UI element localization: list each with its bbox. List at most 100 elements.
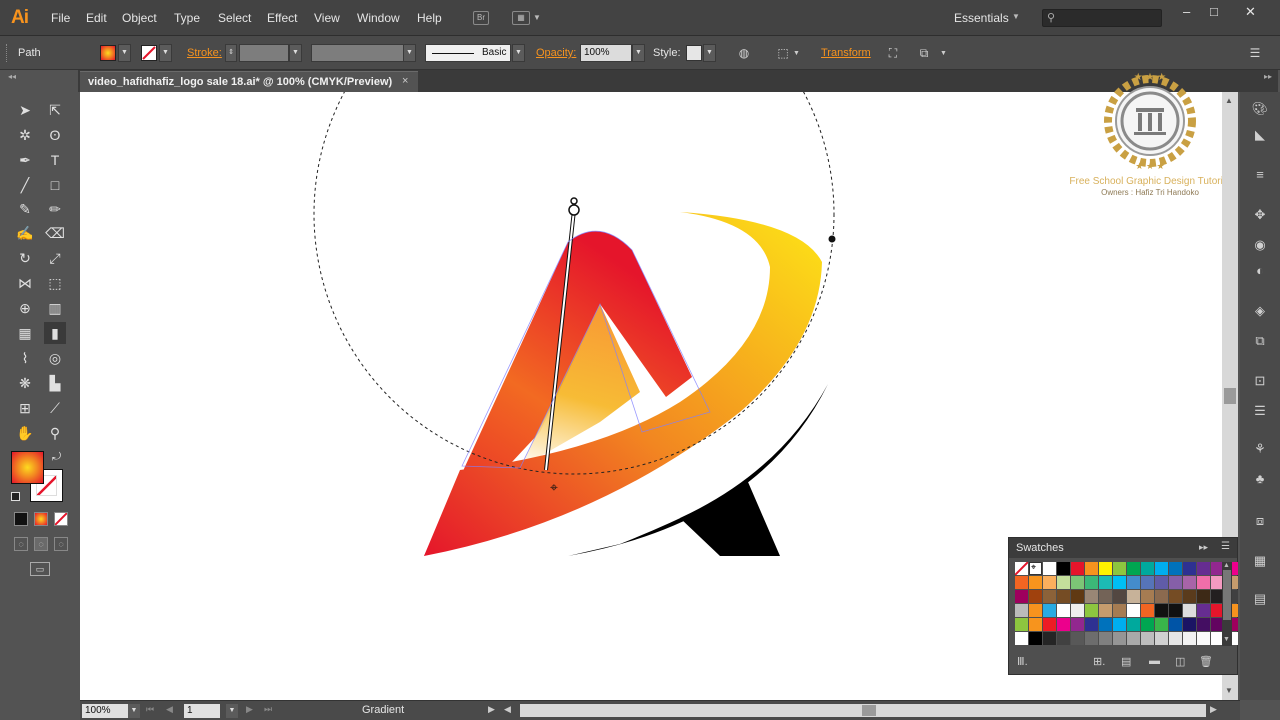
swatch-cell[interactable] <box>1155 618 1168 631</box>
swatch-cell[interactable] <box>1057 618 1070 631</box>
swatch-cell[interactable] <box>1113 604 1126 617</box>
swatches-scrollbar[interactable]: ▲ ▼ <box>1222 562 1232 646</box>
width-icon[interactable]: ⋈ <box>14 272 36 294</box>
style-dropdown[interactable]: ▼ <box>703 44 716 62</box>
gradient-top-handle[interactable] <box>570 197 578 205</box>
swatches-panel-icon[interactable]: ▦ <box>1251 552 1269 570</box>
column-graph-icon[interactable]: ▙ <box>44 372 66 394</box>
swatch-cell[interactable] <box>1183 576 1196 589</box>
chevron-down-icon[interactable]: ▼ <box>1012 12 1020 21</box>
color-guide-icon[interactable]: ◣ <box>1251 126 1269 144</box>
type-icon[interactable]: T <box>44 149 66 171</box>
swatch-libraries-icon[interactable]: Ⅲ. <box>1017 655 1028 668</box>
scroll-up-icon[interactable]: ▲ <box>1225 96 1233 105</box>
stroke-panel-icon[interactable]: ◉ <box>1251 236 1269 254</box>
swatch-cell[interactable] <box>1183 618 1196 631</box>
swatch-cell[interactable] <box>1085 562 1098 575</box>
gradient-radius-handle[interactable] <box>828 235 836 243</box>
swatch-cell[interactable] <box>1057 590 1070 603</box>
stroke-color-button[interactable] <box>141 45 157 61</box>
collapse-dock-icon[interactable]: ▸▸ <box>1264 72 1272 81</box>
swatch-cell[interactable] <box>1127 576 1140 589</box>
swatch-cell[interactable] <box>1071 618 1084 631</box>
artboard-icon[interactable]: ⊞ <box>14 397 36 419</box>
pencil-icon[interactable]: ✏ <box>44 198 66 220</box>
swatch-cell[interactable] <box>1141 590 1154 603</box>
recolor-artwork-icon[interactable]: ◍ <box>737 46 751 60</box>
symbol-sprayer-icon[interactable]: ❋ <box>14 372 36 394</box>
menu-object[interactable]: Object <box>122 11 157 25</box>
swatch-cell[interactable] <box>1197 576 1210 589</box>
swatch-cell[interactable] <box>1043 632 1056 645</box>
swatch-cell[interactable] <box>1099 604 1112 617</box>
zoom-level-field[interactable]: 100% <box>82 704 128 718</box>
vertical-scroll-thumb[interactable] <box>1224 388 1236 404</box>
swatch-cell[interactable] <box>1127 632 1140 645</box>
chevron-down-icon[interactable]: ▼ <box>533 13 541 22</box>
transform-link[interactable]: Transform <box>821 47 871 59</box>
swatch-cell[interactable] <box>1197 562 1210 575</box>
scroll-down-icon[interactable]: ▼ <box>1223 636 1230 643</box>
swatch-cell[interactable] <box>1169 590 1182 603</box>
color-mode-solid-button[interactable] <box>14 512 28 526</box>
transparency-panel-icon[interactable]: ▤ <box>1251 590 1269 608</box>
swatch-cell[interactable] <box>1183 632 1196 645</box>
swatch-cell[interactable] <box>1141 632 1154 645</box>
swatch-cell[interactable] <box>1099 562 1112 575</box>
default-colors-icon[interactable] <box>11 492 20 501</box>
free-transform-icon[interactable]: ⬚ <box>44 272 66 294</box>
delete-swatch-icon[interactable]: 🗑︎ <box>1199 655 1213 668</box>
swatch-cell[interactable] <box>1169 604 1182 617</box>
help-search-input[interactable]: ⚲ <box>1042 9 1162 27</box>
slice-icon[interactable]: ⟋ <box>44 397 66 419</box>
swatch-cell[interactable] <box>1029 618 1042 631</box>
draw-inside-icon[interactable]: ◌ <box>54 537 68 551</box>
scale-icon[interactable]: ⤢ <box>44 247 66 269</box>
scroll-left-icon[interactable]: ◀ <box>504 704 511 715</box>
swatch-cell[interactable] <box>1071 632 1084 645</box>
swatch-cell[interactable] <box>1029 604 1042 617</box>
horizontal-scroll-thumb[interactable] <box>862 705 876 716</box>
stroke-dropdown[interactable]: ▼ <box>159 44 172 62</box>
swatch-cell[interactable] <box>1113 590 1126 603</box>
stroke-weight-dropdown[interactable]: ▼ <box>289 44 302 62</box>
swatch-cell[interactable] <box>1071 604 1084 617</box>
hand-icon[interactable]: ✋ <box>14 422 36 444</box>
swatches-scroll-thumb[interactable] <box>1223 570 1231 620</box>
rectangle-icon[interactable]: □ <box>44 174 66 196</box>
document-tab[interactable]: video_hafidhafiz_logo sale 18.ai* @ 100%… <box>80 71 418 92</box>
magic-wand-icon[interactable]: ✲ <box>14 124 36 146</box>
blob-brush-icon[interactable]: ✍ <box>14 222 36 244</box>
blend-icon[interactable]: ◎ <box>44 347 66 369</box>
swatch-cell[interactable] <box>1113 632 1126 645</box>
artboard-number-field[interactable]: 1 <box>184 704 220 718</box>
swatch-cell[interactable] <box>1113 618 1126 631</box>
draw-normal-icon[interactable]: ◌ <box>14 537 28 551</box>
stroke-weight-stepper[interactable]: ⇕ <box>225 44 237 62</box>
panel-menu-icon[interactable]: ☰ <box>1248 46 1262 60</box>
menu-view[interactable]: View <box>314 11 340 25</box>
maximize-button[interactable]: □ <box>1210 4 1218 19</box>
swatch-cell[interactable] <box>1141 618 1154 631</box>
swatch-cell[interactable] <box>1169 576 1182 589</box>
swatch-cell[interactable] <box>1029 590 1042 603</box>
minimize-button[interactable]: – <box>1183 4 1190 19</box>
swatch-cell[interactable] <box>1183 604 1196 617</box>
stroke-weight-field[interactable] <box>239 44 289 62</box>
swatch-cell[interactable] <box>1015 604 1028 617</box>
swatch-cell[interactable] <box>1155 604 1168 617</box>
swatch-cell[interactable] <box>1071 576 1084 589</box>
swatch-cell[interactable] <box>1057 562 1070 575</box>
swatch-cell[interactable] <box>1099 632 1112 645</box>
gradient-mode-button[interactable] <box>34 512 48 526</box>
menu-help[interactable]: Help <box>417 11 442 25</box>
panel-expand-icon[interactable]: ▸▸ <box>1199 542 1208 553</box>
menu-edit[interactable]: Edit <box>86 11 107 25</box>
swatch-cell[interactable]: ⌖ <box>1029 562 1042 575</box>
swatch-cell[interactable] <box>1099 590 1112 603</box>
show-swatch-kinds-icon[interactable]: ⊞. <box>1093 655 1105 668</box>
swatch-cell[interactable] <box>1169 562 1182 575</box>
swatch-cell[interactable] <box>1113 576 1126 589</box>
screen-mode-icon[interactable]: ▭ <box>30 562 50 576</box>
stroke-label[interactable]: Stroke: <box>187 47 222 59</box>
